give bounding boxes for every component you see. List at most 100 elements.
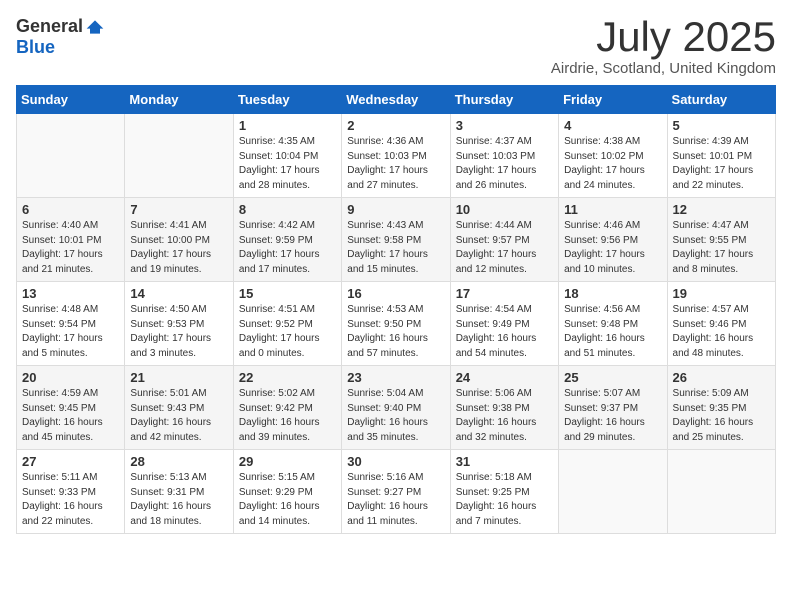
page-header: General Blue July 2025 Airdrie, Scotland… xyxy=(16,16,776,77)
calendar-day-cell: 5 Sunrise: 4:39 AM Sunset: 10:01 PM Dayli… xyxy=(667,114,775,198)
calendar-day-cell: 11 Sunrise: 4:46 AM Sunset: 9:56 PM Dayli… xyxy=(559,198,667,282)
calendar-day-cell: 20Sunrise: 4:59 AM Sunset: 9:45 PM Dayli… xyxy=(17,366,125,450)
day-number: 17 xyxy=(456,286,553,301)
day-number: 16 xyxy=(347,286,444,301)
calendar-day-cell: 19Sunrise: 4:57 AM Sunset: 9:46 PM Dayli… xyxy=(667,282,775,366)
calendar-day-cell: 30Sunrise: 5:16 AM Sunset: 9:27 PM Dayli… xyxy=(342,450,450,534)
calendar-header-friday: Friday xyxy=(559,86,667,114)
day-number: 25 xyxy=(564,370,661,385)
day-info: Sunrise: 4:54 AM Sunset: 9:49 PM Dayligh… xyxy=(456,303,553,361)
day-info: Sunrise: 5:04 AM Sunset: 9:40 PM Dayligh… xyxy=(347,387,444,445)
day-info: Sunrise: 5:15 AM Sunset: 9:29 PM Dayligh… xyxy=(239,471,336,529)
day-info: Sunrise: 4:41 AM Sunset: 10:00 PM Daylig… xyxy=(130,219,227,277)
day-number: 3 xyxy=(456,118,553,133)
day-info: Sunrise: 4:39 AM Sunset: 10:01 PM Daylig… xyxy=(673,135,770,193)
calendar-day-cell xyxy=(667,450,775,534)
day-number: 10 xyxy=(456,202,553,217)
day-info: Sunrise: 4:40 AM Sunset: 10:01 PM Daylig… xyxy=(22,219,119,277)
day-number: 31 xyxy=(456,454,553,469)
calendar-header-tuesday: Tuesday xyxy=(233,86,341,114)
day-number: 18 xyxy=(564,286,661,301)
calendar-day-cell: 25 Sunrise: 5:07 AM Sunset: 9:37 PM Dayli… xyxy=(559,366,667,450)
day-number: 28 xyxy=(130,454,227,469)
day-number: 15 xyxy=(239,286,336,301)
day-info: Sunrise: 5:16 AM Sunset: 9:27 PM Dayligh… xyxy=(347,471,444,529)
calendar-day-cell xyxy=(559,450,667,534)
day-number: 8 xyxy=(239,202,336,217)
day-number: 26 xyxy=(673,370,770,385)
calendar-day-cell xyxy=(125,114,233,198)
day-info: Sunrise: 5:06 AM Sunset: 9:38 PM Dayligh… xyxy=(456,387,553,445)
calendar-day-cell: 10 Sunrise: 4:44 AM Sunset: 9:57 PM Dayli… xyxy=(450,198,558,282)
day-info: Sunrise: 4:48 AM Sunset: 9:54 PM Dayligh… xyxy=(22,303,119,361)
day-info: Sunrise: 5:18 AM Sunset: 9:25 PM Dayligh… xyxy=(456,471,553,529)
calendar-week-row: 13 Sunrise: 4:48 AM Sunset: 9:54 PM Dayli… xyxy=(17,282,776,366)
calendar-day-cell: 29 Sunrise: 5:15 AM Sunset: 9:29 PM Dayli… xyxy=(233,450,341,534)
calendar-day-cell: 16Sunrise: 4:53 AM Sunset: 9:50 PM Dayli… xyxy=(342,282,450,366)
calendar-header-wednesday: Wednesday xyxy=(342,86,450,114)
day-info: Sunrise: 5:01 AM Sunset: 9:43 PM Dayligh… xyxy=(130,387,227,445)
day-number: 12 xyxy=(673,202,770,217)
day-info: Sunrise: 4:36 AM Sunset: 10:03 PM Daylig… xyxy=(347,135,444,193)
calendar-header-monday: Monday xyxy=(125,86,233,114)
day-info: Sunrise: 5:02 AM Sunset: 9:42 PM Dayligh… xyxy=(239,387,336,445)
day-info: Sunrise: 4:38 AM Sunset: 10:02 PM Daylig… xyxy=(564,135,661,193)
day-number: 22 xyxy=(239,370,336,385)
day-number: 2 xyxy=(347,118,444,133)
day-info: Sunrise: 5:07 AM Sunset: 9:37 PM Dayligh… xyxy=(564,387,661,445)
day-info: Sunrise: 4:51 AM Sunset: 9:52 PM Dayligh… xyxy=(239,303,336,361)
day-number: 7 xyxy=(130,202,227,217)
day-number: 14 xyxy=(130,286,227,301)
location-subtitle: Airdrie, Scotland, United Kingdom xyxy=(551,60,776,77)
calendar-week-row: 6 Sunrise: 4:40 AM Sunset: 10:01 PM Dayli… xyxy=(17,198,776,282)
day-info: Sunrise: 4:43 AM Sunset: 9:58 PM Dayligh… xyxy=(347,219,444,277)
day-number: 5 xyxy=(673,118,770,133)
calendar-day-cell: 15 Sunrise: 4:51 AM Sunset: 9:52 PM Dayli… xyxy=(233,282,341,366)
calendar-table: SundayMondayTuesdayWednesdayThursdayFrid… xyxy=(16,85,776,534)
day-number: 11 xyxy=(564,202,661,217)
calendar-day-cell: 22 Sunrise: 5:02 AM Sunset: 9:42 PM Dayli… xyxy=(233,366,341,450)
day-number: 4 xyxy=(564,118,661,133)
day-number: 6 xyxy=(22,202,119,217)
day-number: 13 xyxy=(22,286,119,301)
calendar-day-cell: 8Sunrise: 4:42 AM Sunset: 9:59 PM Daylig… xyxy=(233,198,341,282)
calendar-day-cell: 3 Sunrise: 4:37 AM Sunset: 10:03 PM Dayli… xyxy=(450,114,558,198)
calendar-week-row: 20Sunrise: 4:59 AM Sunset: 9:45 PM Dayli… xyxy=(17,366,776,450)
calendar-day-cell xyxy=(17,114,125,198)
logo-icon xyxy=(85,17,105,37)
calendar-day-cell: 18 Sunrise: 4:56 AM Sunset: 9:48 PM Dayli… xyxy=(559,282,667,366)
calendar-header-row: SundayMondayTuesdayWednesdayThursdayFrid… xyxy=(17,86,776,114)
calendar-day-cell: 26Sunrise: 5:09 AM Sunset: 9:35 PM Dayli… xyxy=(667,366,775,450)
logo-blue-text: Blue xyxy=(16,37,55,58)
calendar-day-cell: 4 Sunrise: 4:38 AM Sunset: 10:02 PM Dayli… xyxy=(559,114,667,198)
day-number: 27 xyxy=(22,454,119,469)
calendar-day-cell: 24Sunrise: 5:06 AM Sunset: 9:38 PM Dayli… xyxy=(450,366,558,450)
day-info: Sunrise: 4:56 AM Sunset: 9:48 PM Dayligh… xyxy=(564,303,661,361)
title-section: July 2025 Airdrie, Scotland, United King… xyxy=(551,16,776,77)
logo: General Blue xyxy=(16,16,105,58)
calendar-week-row: 27 Sunrise: 5:11 AM Sunset: 9:33 PM Dayli… xyxy=(17,450,776,534)
day-info: Sunrise: 4:44 AM Sunset: 9:57 PM Dayligh… xyxy=(456,219,553,277)
calendar-day-cell: 2 Sunrise: 4:36 AM Sunset: 10:03 PM Dayli… xyxy=(342,114,450,198)
day-number: 20 xyxy=(22,370,119,385)
day-info: Sunrise: 5:11 AM Sunset: 9:33 PM Dayligh… xyxy=(22,471,119,529)
day-info: Sunrise: 4:37 AM Sunset: 10:03 PM Daylig… xyxy=(456,135,553,193)
day-info: Sunrise: 5:13 AM Sunset: 9:31 PM Dayligh… xyxy=(130,471,227,529)
calendar-day-cell: 28 Sunrise: 5:13 AM Sunset: 9:31 PM Dayli… xyxy=(125,450,233,534)
calendar-day-cell: 1 Sunrise: 4:35 AM Sunset: 10:04 PM Dayli… xyxy=(233,114,341,198)
calendar-day-cell: 21Sunrise: 5:01 AM Sunset: 9:43 PM Dayli… xyxy=(125,366,233,450)
calendar-day-cell: 13 Sunrise: 4:48 AM Sunset: 9:54 PM Dayli… xyxy=(17,282,125,366)
day-number: 1 xyxy=(239,118,336,133)
day-info: Sunrise: 4:35 AM Sunset: 10:04 PM Daylig… xyxy=(239,135,336,193)
day-number: 19 xyxy=(673,286,770,301)
calendar-header-sunday: Sunday xyxy=(17,86,125,114)
calendar-day-cell: 27 Sunrise: 5:11 AM Sunset: 9:33 PM Dayli… xyxy=(17,450,125,534)
day-number: 29 xyxy=(239,454,336,469)
calendar-day-cell: 6 Sunrise: 4:40 AM Sunset: 10:01 PM Dayli… xyxy=(17,198,125,282)
calendar-day-cell: 17 Sunrise: 4:54 AM Sunset: 9:49 PM Dayli… xyxy=(450,282,558,366)
calendar-day-cell: 31 Sunrise: 5:18 AM Sunset: 9:25 PM Dayli… xyxy=(450,450,558,534)
calendar-day-cell: 7 Sunrise: 4:41 AM Sunset: 10:00 PM Dayli… xyxy=(125,198,233,282)
day-info: Sunrise: 4:46 AM Sunset: 9:56 PM Dayligh… xyxy=(564,219,661,277)
calendar-day-cell: 9Sunrise: 4:43 AM Sunset: 9:58 PM Daylig… xyxy=(342,198,450,282)
calendar-day-cell: 23Sunrise: 5:04 AM Sunset: 9:40 PM Dayli… xyxy=(342,366,450,450)
